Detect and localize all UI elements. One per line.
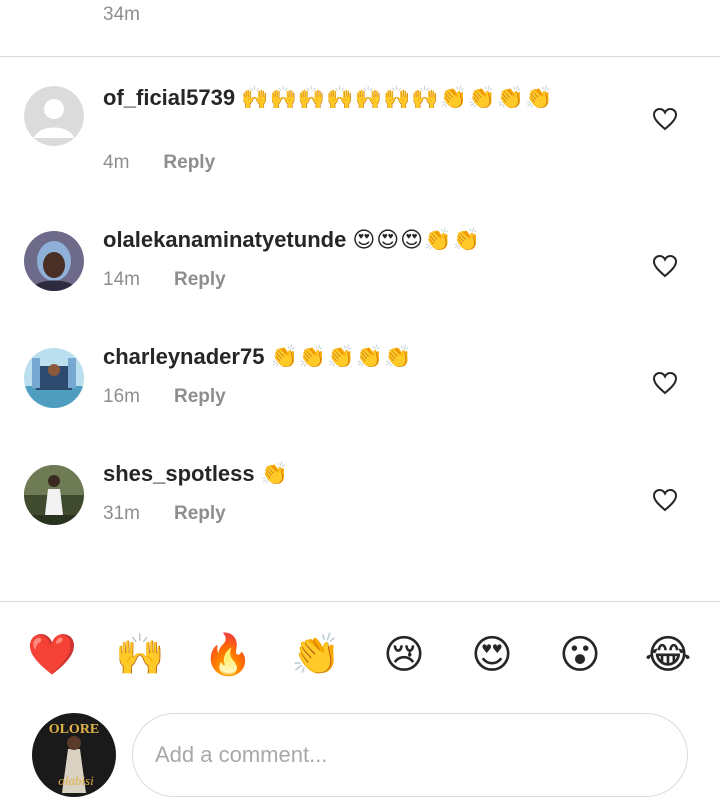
comment-username[interactable]: olalekanaminatyetunde xyxy=(103,227,346,252)
comment-item: olalekanaminatyetunde 😍😍😍👏👏 14m Reply xyxy=(0,202,720,312)
divider xyxy=(0,601,720,602)
quick-emoji-laughing[interactable]: 😂 xyxy=(643,630,693,680)
comment-time: 16m xyxy=(103,386,140,407)
quick-emoji-crying[interactable]: 😢 xyxy=(379,630,429,680)
svg-text:OLORE: OLORE xyxy=(49,722,100,737)
comment-body: 👏 xyxy=(260,461,290,486)
comment-time: 14m xyxy=(103,269,140,290)
photo-avatar[interactable] xyxy=(24,465,84,525)
comment-item: charleynader75 👏👏👏👏👏 16m Reply xyxy=(0,319,720,429)
quick-emoji-heart-eyes[interactable]: 😍 xyxy=(467,630,517,680)
comment-item: of_ficial5739 🙌🙌🙌🙌🙌🙌🙌👏👏👏👏 4m Reply xyxy=(0,57,720,187)
heart-outline-icon[interactable] xyxy=(652,254,680,280)
quick-emoji-raised-hands[interactable]: 🙌 xyxy=(115,630,165,680)
quick-emoji-heart[interactable]: ❤️ xyxy=(27,630,77,680)
quick-emoji-surprised[interactable]: 😮 xyxy=(555,630,605,680)
comment-time: 4m xyxy=(103,152,130,173)
reply-button[interactable]: Reply xyxy=(163,152,215,174)
comment-time-top: 34m xyxy=(103,4,140,25)
heart-outline-icon[interactable] xyxy=(652,488,680,514)
heart-outline-icon[interactable] xyxy=(652,371,680,397)
heart-outline-icon[interactable] xyxy=(652,107,680,133)
comment-username[interactable]: shes_spotless xyxy=(103,461,255,486)
comment-time: 31m xyxy=(103,503,140,524)
comment-body: 🙌🙌🙌🙌🙌🙌🙌👏👏👏👏 xyxy=(241,85,554,110)
comment-username[interactable]: charleynader75 xyxy=(103,344,264,369)
photo-avatar[interactable] xyxy=(24,231,84,291)
comment-input-container[interactable] xyxy=(132,713,688,797)
photo-avatar[interactable] xyxy=(24,348,84,408)
reply-button[interactable]: Reply xyxy=(174,269,226,291)
reply-button[interactable]: Reply xyxy=(174,386,226,408)
default-avatar[interactable] xyxy=(24,86,84,146)
comment-username[interactable]: of_ficial5739 xyxy=(103,85,235,110)
quick-emoji-fire[interactable]: 🔥 xyxy=(203,630,253,680)
svg-text:olabisi: olabisi xyxy=(58,773,94,788)
comment-body: 👏👏👏👏👏 xyxy=(270,344,413,369)
quick-emoji-clap[interactable]: 👏 xyxy=(291,630,341,680)
quick-emoji-bar: ❤️ 🙌 🔥 👏 😢 😍 😮 😂 xyxy=(0,630,720,680)
reply-button[interactable]: Reply xyxy=(174,503,226,525)
comment-body: 😍😍😍👏👏 xyxy=(352,227,481,252)
comment-item: shes_spotless 👏 31m Reply xyxy=(0,436,720,546)
comment-input[interactable] xyxy=(155,714,655,796)
user-avatar[interactable]: OLORE olabisi xyxy=(32,713,116,797)
